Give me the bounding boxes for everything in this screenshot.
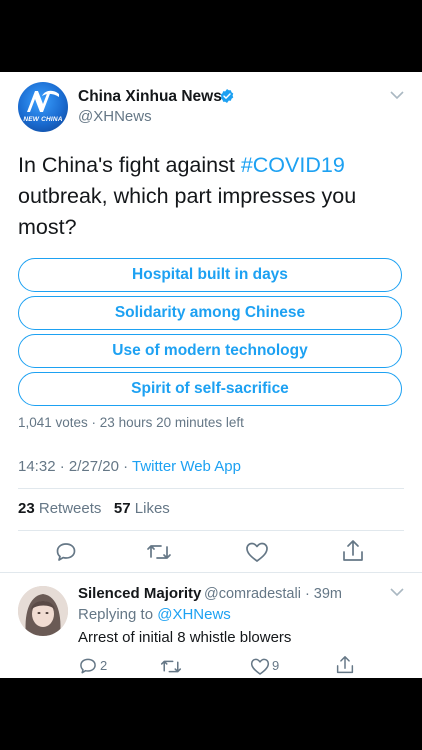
divider — [18, 488, 404, 489]
poll-option-4[interactable]: Spirit of self-sacrifice — [18, 372, 402, 406]
reply-icon[interactable] — [54, 540, 78, 564]
avatar-logo-text: NEW CHINA — [23, 116, 63, 123]
reply-text: Arrest of initial 8 whistle blowers — [78, 629, 292, 646]
xinhua-logo-icon — [27, 90, 59, 112]
tweet-detail-screen: NEW CHINA China Xinhua News @XHNews In C… — [0, 72, 422, 678]
tweet-text-after: outbreak, which part impresses you most? — [18, 184, 357, 239]
likes-label: Likes — [134, 500, 170, 517]
retweets-count: 23 — [18, 500, 35, 517]
like-icon[interactable] — [245, 541, 269, 563]
poll-info: 1,041 votes · 23 hours 20 minutes left — [18, 415, 244, 430]
reply-author-handle[interactable]: @comradestali · 39m — [204, 586, 342, 602]
hashtag-link[interactable]: #COVID19 — [241, 153, 345, 177]
retweets-label: Retweets — [38, 500, 102, 517]
author-avatar[interactable]: NEW CHINA — [18, 82, 68, 132]
divider — [0, 572, 422, 573]
tweet-text: In China's fight against #COVID19 outbre… — [18, 150, 403, 243]
reply-count: 2 — [100, 658, 108, 673]
chevron-down-icon[interactable] — [390, 90, 404, 100]
author-handle[interactable]: @XHNews — [78, 108, 152, 125]
replying-to-prefix: Replying to — [78, 606, 158, 623]
tweet-source-link[interactable]: Twitter Web App — [132, 458, 241, 475]
poll-option-2[interactable]: Solidarity among Chinese — [18, 296, 402, 330]
poll-option-3[interactable]: Use of modern technology — [18, 334, 402, 368]
avatar-photo — [18, 586, 68, 636]
divider — [18, 530, 404, 531]
retweet-icon[interactable] — [160, 657, 182, 676]
verified-badge-icon — [220, 89, 234, 103]
tweet-stats: 23 Retweets 57 Likes — [18, 500, 170, 517]
likes-stat[interactable]: 57 Likes — [114, 500, 170, 517]
reply-icon[interactable] — [78, 656, 98, 676]
chevron-down-icon[interactable] — [390, 587, 404, 597]
share-icon[interactable] — [336, 654, 354, 676]
tweet-text-before: In China's fight against — [18, 153, 241, 177]
replying-to-handle[interactable]: @XHNews — [157, 606, 231, 623]
share-icon[interactable] — [342, 538, 364, 564]
like-icon[interactable] — [250, 657, 270, 676]
tweet-timestamp: 14:32 · 2/27/20 · Twitter Web App — [18, 458, 241, 475]
reply-author-avatar[interactable] — [18, 586, 68, 636]
tweet-time: 14:32 · 2/27/20 · — [18, 458, 132, 475]
poll-option-1[interactable]: Hospital built in days — [18, 258, 402, 292]
author-name[interactable]: China Xinhua News — [78, 88, 222, 106]
likes-count: 57 — [113, 500, 131, 517]
retweet-icon[interactable] — [146, 541, 172, 563]
replying-to: Replying to @XHNews — [78, 606, 231, 623]
reply-author-name[interactable]: Silenced Majority — [78, 585, 201, 602]
retweets-stat[interactable]: 23 Retweets — [18, 500, 101, 517]
like-count: 9 — [272, 658, 280, 673]
